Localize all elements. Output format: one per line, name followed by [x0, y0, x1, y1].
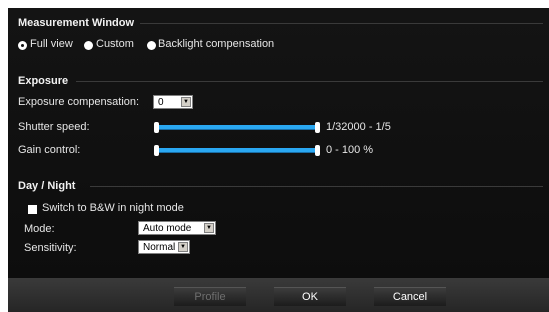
- chevron-down-icon: ▼: [181, 97, 191, 107]
- gain-control-range: 0 - 100 %: [326, 144, 374, 156]
- exposure-compensation-value: 0: [158, 97, 164, 108]
- settings-panel: Measurement Window Full view Custom Back…: [8, 8, 549, 278]
- radio-full-view-label: Full view: [30, 38, 73, 50]
- radio-backlight-compensation-label: Backlight compensation: [158, 38, 275, 50]
- ok-button[interactable]: OK: [274, 288, 346, 306]
- shutter-speed-range: 1/32000 - 1/5: [326, 121, 391, 133]
- day-night-title: Day / Night: [18, 180, 76, 192]
- exposure-title: Exposure: [18, 75, 69, 87]
- radio-custom[interactable]: [84, 41, 93, 50]
- measurement-window-title: Measurement Window: [18, 17, 135, 29]
- shutter-speed-slider[interactable]: [156, 125, 320, 130]
- measurement-divider: [140, 23, 543, 24]
- exposure-compensation-label: Exposure compensation:: [18, 96, 140, 108]
- radio-custom-label: Custom: [96, 38, 134, 50]
- chevron-down-icon: ▼: [204, 223, 214, 233]
- exposure-compensation-select[interactable]: 0 ▼: [153, 95, 193, 109]
- bw-night-mode-checkbox[interactable]: [28, 205, 37, 214]
- gain-control-knob-min[interactable]: [154, 145, 159, 156]
- day-night-divider: [90, 186, 543, 187]
- shutter-speed-knob-max[interactable]: [315, 122, 320, 133]
- gain-control-knob-max[interactable]: [315, 145, 320, 156]
- chevron-down-icon: ▼: [178, 242, 188, 252]
- gain-control-slider[interactable]: [156, 148, 320, 153]
- mode-label: Mode:: [24, 223, 55, 235]
- gain-control-label: Gain control:: [18, 144, 81, 156]
- profile-button[interactable]: Profile: [174, 288, 246, 306]
- sensitivity-select[interactable]: Normal ▼: [138, 240, 190, 254]
- footer-bar: Profile OK Cancel: [8, 278, 549, 312]
- shutter-speed-label: Shutter speed:: [18, 121, 90, 133]
- exposure-divider: [76, 81, 543, 82]
- radio-full-view[interactable]: [18, 41, 27, 50]
- mode-value: Auto mode: [143, 223, 192, 234]
- mode-select[interactable]: Auto mode ▼: [138, 221, 216, 235]
- radio-backlight-compensation[interactable]: [147, 41, 156, 50]
- sensitivity-label: Sensitivity:: [24, 242, 77, 254]
- cancel-button[interactable]: Cancel: [374, 288, 446, 306]
- bw-night-mode-label: Switch to B&W in night mode: [42, 202, 184, 214]
- sensitivity-value: Normal: [143, 242, 176, 253]
- shutter-speed-knob-min[interactable]: [154, 122, 159, 133]
